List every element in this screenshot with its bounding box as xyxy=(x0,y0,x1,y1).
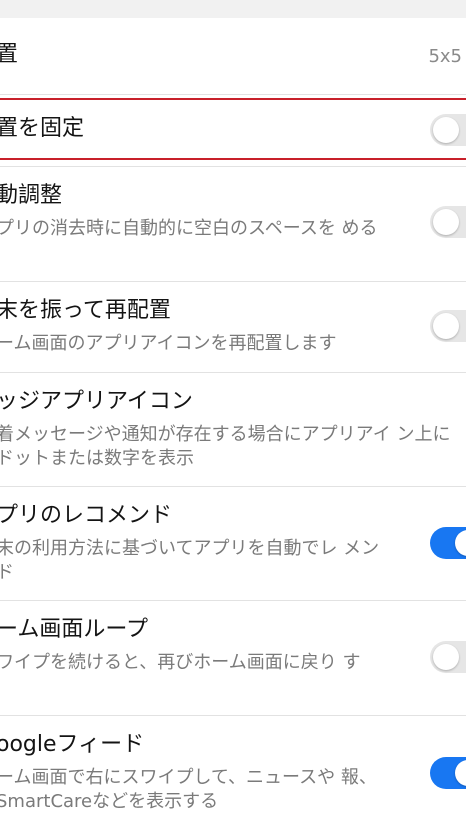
app-recommend-title: プリのレコメンド xyxy=(0,503,173,528)
shake-rearrange-subtitle: ーム画面のアプリアイコンを再配置します xyxy=(0,333,337,354)
auto-align-title: 動調整 xyxy=(0,183,63,208)
layout-value: 5x5 xyxy=(428,46,462,67)
auto-align-toggle[interactable] xyxy=(430,206,466,238)
layout-setting-row[interactable]: 置 5x5 xyxy=(0,18,466,94)
toggle-knob xyxy=(433,644,459,670)
google-feed-toggle[interactable] xyxy=(430,757,466,789)
badge-icons-row[interactable]: ッジアプリアイコン 着メッセージや通知が存在する場合にアプリアイ ン上にドットま… xyxy=(0,373,466,486)
highlight-box xyxy=(0,98,466,160)
shake-rearrange-row[interactable]: 末を振って再配置 ーム画面のアプリアイコンを再配置します xyxy=(0,282,466,372)
top-header-strip xyxy=(0,0,466,18)
google-feed-title: oogleフィード xyxy=(0,732,145,757)
divider xyxy=(0,94,466,95)
home-loop-toggle[interactable] xyxy=(430,641,466,673)
badge-icons-title: ッジアプリアイコン xyxy=(0,389,193,414)
app-recommend-toggle[interactable] xyxy=(430,527,466,559)
toggle-knob xyxy=(433,313,459,339)
app-recommend-row[interactable]: プリのレコメンド 末の利用方法に基づいてアプリを自動でレ メンド xyxy=(0,487,466,600)
toggle-knob xyxy=(433,209,459,235)
shake-rearrange-toggle[interactable] xyxy=(430,310,466,342)
auto-align-row[interactable]: 動調整 プリの消去時に自動的に空白のスペースを める xyxy=(0,167,466,281)
auto-align-subtitle: プリの消去時に自動的に空白のスペースを める xyxy=(0,218,378,239)
home-loop-row[interactable]: ーム画面ループ ワイプを続けると、再びホーム画面に戻り す xyxy=(0,601,466,715)
toggle-knob xyxy=(455,530,466,556)
home-screen-settings: 置 5x5 置を固定 動調整 プリの消去時に自動的に空白のスペースを める 末を… xyxy=(0,0,466,828)
google-feed-subtitle: ーム画面で右にスワイプして、ニュースや 報、SmartCareなどを表示する xyxy=(0,767,377,812)
badge-icons-subtitle: 着メッセージや通知が存在する場合にアプリアイ ン上にドットまたは数字を表示 xyxy=(0,424,451,469)
home-loop-title: ーム画面ループ xyxy=(0,617,149,642)
layout-title: 置 xyxy=(0,42,19,67)
shake-rearrange-title: 末を振って再配置 xyxy=(0,298,171,323)
toggle-knob xyxy=(455,760,466,786)
google-feed-row[interactable]: oogleフィード ーム画面で右にスワイプして、ニュースや 報、SmartCar… xyxy=(0,716,466,828)
app-recommend-subtitle: 末の利用方法に基づいてアプリを自動でレ メンド xyxy=(0,538,380,583)
home-loop-subtitle: ワイプを続けると、再びホーム画面に戻り す xyxy=(0,652,361,673)
